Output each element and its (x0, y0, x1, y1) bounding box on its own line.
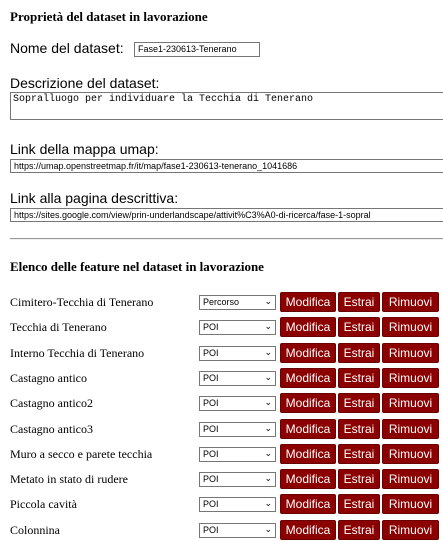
remove-feature-button[interactable]: Rimuovi (382, 443, 439, 464)
remove-feature-button[interactable]: Rimuovi (382, 393, 439, 414)
feature-name: Cimitero-Tecchia di Tenerano (10, 295, 154, 309)
chevron-down-icon: ⌄ (264, 422, 272, 433)
edit-feature-button[interactable]: Modifica (280, 418, 336, 439)
chevron-down-icon: ⌄ (264, 346, 272, 357)
extract-feature-button[interactable]: Estrai (338, 469, 380, 490)
extract-feature-button[interactable]: Estrai (338, 494, 380, 515)
feature-row: Muro a secco e parete tecchia POI ⌄ Modific… (0, 443, 443, 465)
feature-name: Castagno antico (10, 370, 87, 385)
feature-name: Castagno antico2 (10, 396, 93, 411)
feature-row: Castagno antico3 POI ⌄ Modifica Estrai Rimuov… (0, 418, 443, 440)
extract-feature-button[interactable]: Estrai (338, 393, 380, 414)
feature-name: Castagno antico3 (10, 421, 93, 436)
remove-feature-button[interactable]: Rimuovi (382, 469, 439, 490)
feature-row: Interno Tecchia di Tenerano POI ⌄ Modifica E… (0, 342, 443, 364)
remove-feature-button[interactable]: Rimuovi (382, 292, 439, 312)
feature-type-value: POI (203, 474, 219, 485)
section-divider (10, 238, 443, 240)
feature-type-select[interactable]: POI ⌄ (199, 370, 276, 386)
feature-type-value: POI (203, 322, 219, 333)
extract-feature-button[interactable]: Estrai (338, 367, 380, 388)
feature-type-select[interactable]: POI ⌄ (199, 345, 276, 361)
feature-type-select[interactable]: POI ⌄ (199, 421, 276, 437)
feature-list-title: Elenco delle feature nel dataset in lavo… (10, 259, 264, 274)
umap-link-field[interactable]: https://umap.openstreetmap.fr/it/map/fas… (10, 159, 443, 173)
feature-type-select[interactable]: POI ⌄ (199, 472, 276, 488)
remove-feature-button[interactable]: Rimuovi (382, 367, 439, 388)
feature-type-value: POI (203, 524, 219, 535)
page-link-field[interactable]: https://sites.google.com/view/prin-under… (10, 208, 443, 222)
dataset-name-field[interactable]: Fase1-230613-Tenerano (134, 42, 260, 57)
feature-type-select[interactable]: POI ⌄ (199, 522, 276, 538)
feature-name: Metato in stato di rudere (10, 472, 128, 487)
feature-type-select[interactable]: POI ⌄ (199, 497, 276, 513)
edit-feature-button[interactable]: Modifica (280, 367, 336, 388)
remove-feature-button[interactable]: Rimuovi (382, 418, 439, 439)
edit-feature-button[interactable]: Modifica (280, 317, 336, 338)
remove-feature-button[interactable]: Rimuovi (382, 519, 439, 540)
chevron-down-icon: ⌄ (264, 321, 272, 332)
feature-type-value: POI (203, 499, 219, 510)
dataset-description-label: Descrizione del dataset: (10, 75, 160, 91)
feature-type-select[interactable]: POI ⌄ (199, 446, 276, 462)
feature-row: Castagno antico2 POI ⌄ Modifica Estrai Rimuov… (0, 392, 443, 414)
feature-name: Interno Tecchia di Tenerano (10, 345, 145, 360)
extract-feature-button[interactable]: Estrai (338, 342, 380, 363)
edit-feature-button[interactable]: Modifica (280, 519, 336, 540)
extract-feature-button[interactable]: Estrai (338, 292, 380, 312)
feature-name: Tecchia di Tenerano (10, 320, 107, 335)
remove-feature-button[interactable]: Rimuovi (382, 342, 439, 363)
extract-feature-button[interactable]: Estrai (338, 443, 380, 464)
feature-type-select[interactable]: POI ⌄ (199, 396, 276, 412)
edit-feature-button[interactable]: Modifica (280, 443, 336, 464)
chevron-down-icon: ⌄ (264, 473, 272, 484)
extract-feature-button[interactable]: Estrai (338, 519, 380, 540)
chevron-down-icon: ⌄ (264, 447, 272, 458)
umap-link-label: Link della mappa umap: (10, 141, 159, 157)
chevron-down-icon: ⌄ (264, 371, 272, 382)
edit-feature-button[interactable]: Modifica (280, 469, 336, 490)
dataset-description-field[interactable]: Sopralluogo per individuare la Tecchia d… (10, 92, 443, 120)
edit-feature-button[interactable]: Modifica (280, 292, 336, 312)
feature-row: Colonnina POI ⌄ Modifica Estrai Rimuovi (0, 519, 443, 541)
feature-name: Muro a secco e parete tecchia (10, 446, 153, 461)
extract-feature-button[interactable]: Estrai (338, 418, 380, 439)
extract-feature-button[interactable]: Estrai (338, 317, 380, 338)
feature-type-select[interactable]: Percorso ⌄ (199, 295, 276, 310)
feature-type-value: POI (203, 398, 219, 409)
feature-type-value: POI (203, 372, 219, 383)
feature-row: Piccola cavità POI ⌄ Modifica Estrai Rimuovi (0, 493, 443, 515)
remove-feature-button[interactable]: Rimuovi (382, 317, 439, 338)
dataset-name-label: Nome del dataset: (10, 40, 124, 56)
feature-row: Cimitero-Tecchia di Tenerano Percorso ⌄ Mod… (0, 291, 443, 313)
remove-feature-button[interactable]: Rimuovi (382, 494, 439, 515)
feature-type-select[interactable]: POI ⌄ (199, 320, 276, 336)
edit-feature-button[interactable]: Modifica (280, 393, 336, 414)
dataset-properties-title: Proprietà del dataset in lavorazione (10, 9, 208, 24)
edit-feature-button[interactable]: Modifica (280, 494, 336, 515)
chevron-down-icon: ⌄ (264, 397, 272, 408)
feature-row: Tecchia di Tenerano POI ⌄ Modifica Estrai Rim… (0, 316, 443, 338)
chevron-down-icon: ⌄ (264, 498, 272, 509)
feature-type-value: POI (203, 347, 219, 358)
feature-name: Piccola cavità (10, 497, 77, 512)
feature-type-value: POI (203, 423, 219, 434)
chevron-down-icon: ⌄ (264, 296, 272, 306)
feature-name: Colonnina (10, 522, 60, 537)
feature-type-value: Percorso (203, 297, 240, 307)
feature-row: Castagno antico POI ⌄ Modifica Estrai Rimuovi (0, 367, 443, 389)
feature-type-value: POI (203, 448, 219, 459)
chevron-down-icon: ⌄ (264, 523, 272, 534)
page-link-label: Link alla pagina descrittiva: (10, 190, 179, 206)
feature-row: Metato in stato di rudere POI ⌄ Modifica Est… (0, 468, 443, 490)
edit-feature-button[interactable]: Modifica (280, 342, 336, 363)
